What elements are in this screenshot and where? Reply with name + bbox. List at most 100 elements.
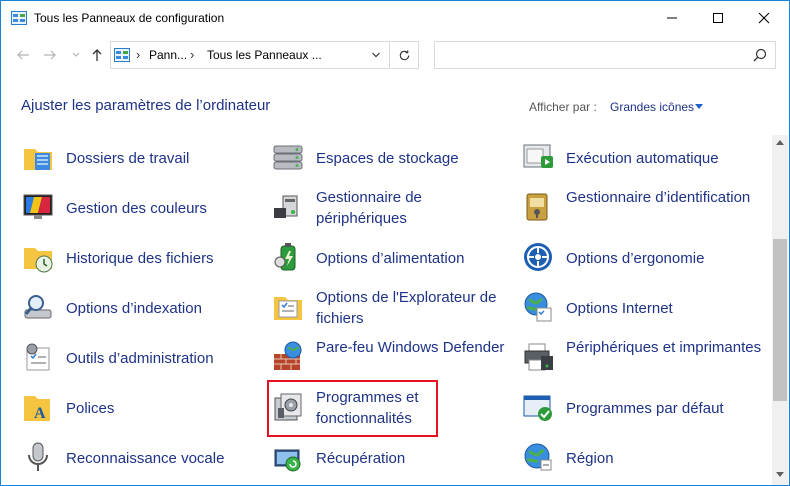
recent-locations-button[interactable] [65,43,87,67]
file-history-icon [24,248,53,273]
control-panel-icon [11,11,27,25]
address-dropdown-button[interactable] [367,47,385,63]
item-label[interactable]: Gestionnaire d’identification [566,187,766,208]
item-power-options[interactable]: Options d’alimentation [271,234,511,282]
storage-spaces-icon [273,145,303,170]
explorer-options-icon [274,297,302,320]
view-by-label: Afficher par : [529,100,597,114]
ease-of-access-icon [524,243,552,271]
address-bar[interactable]: › Pann... › Tous les Panneaux ... [110,41,390,69]
item-devices-printers[interactable]: Périphériques et imprimantes [521,334,761,382]
item-label[interactable]: Récupération [316,448,516,469]
item-label[interactable]: Historique des fichiers [66,248,266,269]
item-label[interactable]: Reconnaissance vocale [66,448,266,469]
item-internet-options[interactable]: Options Internet [521,284,761,332]
close-button[interactable] [741,1,787,35]
item-file-history[interactable]: Historique des fichiers [21,234,261,282]
title-bar[interactable]: Tous les Panneaux de configuration [1,1,789,35]
item-admin-tools[interactable]: Outils d’administration [21,334,261,382]
item-device-manager[interactable]: Gestionnaire de périphériques [271,184,511,232]
item-storage-spaces[interactable]: Espaces de stockage [271,134,511,182]
color-management-icon [23,194,53,219]
region-icon [524,443,552,471]
default-programs-icon [523,395,552,421]
item-speech-recognition[interactable]: Reconnaissance vocale [21,434,261,482]
scroll-up-icon[interactable] [776,140,784,145]
item-autoplay[interactable]: Exécution automatique [521,134,761,182]
item-explorer-options[interactable]: Options de l'Explorateur de fichiers [271,284,511,332]
breadcrumb-separator-icon[interactable]: › [190,47,194,62]
item-label[interactable]: Programmes par défaut [566,398,766,419]
item-ease-of-access[interactable]: Options d’ergonomie [521,234,761,282]
window-title: Tous les Panneaux de configuration [34,11,225,25]
maximize-button[interactable] [695,1,741,35]
scroll-down-icon[interactable] [776,472,784,477]
highlight-box [267,380,438,437]
breadcrumb-item[interactable]: Pann... [149,48,187,62]
item-label[interactable]: Outils d’administration [66,348,266,369]
item-label[interactable]: Options Internet [566,298,766,319]
recovery-icon [274,449,301,472]
item-label[interactable]: Options de l'Explorateur de fichiers [316,287,516,329]
item-label[interactable]: Périphériques et imprimantes [566,337,766,358]
internet-options-icon [524,292,552,322]
refresh-icon [399,49,410,60]
credential-manager-icon [526,193,548,221]
item-work-folders[interactable]: Dossiers de travail [21,134,261,182]
arrow-left-icon [17,50,29,60]
page-title: Ajuster les paramètres de l’ordinateur [21,97,271,114]
chevron-down-icon [72,52,80,57]
item-label[interactable]: Région [566,448,766,469]
arrow-up-icon [92,49,102,61]
item-label[interactable]: Espaces de stockage [316,148,516,169]
chevron-down-icon [372,52,380,58]
control-panel-icon [114,48,130,62]
control-panel-window: Tous les Panneaux de configuration › Pan… [0,0,790,486]
devices-printers-icon [524,343,553,371]
item-fonts[interactable]: A Polices [21,384,261,432]
item-color-management[interactable]: Gestion des couleurs [21,184,261,232]
item-label[interactable]: Polices [66,398,266,419]
admin-tools-icon [26,343,50,371]
breadcrumb-separator-icon[interactable]: › [136,47,140,62]
breadcrumb-item[interactable]: Tous les Panneaux ... [207,48,322,62]
fonts-icon: A [24,396,50,422]
search-icon [753,48,767,62]
item-label[interactable]: Pare-feu Windows Defender [316,337,516,358]
svg-text:A: A [34,405,46,422]
search-input[interactable] [434,41,776,69]
minimize-button[interactable] [649,1,695,35]
power-options-icon [274,243,296,271]
item-label[interactable]: Options d’indexation [66,298,266,319]
up-button[interactable] [86,43,108,67]
item-indexing-options[interactable]: Options d’indexation [21,284,261,332]
close-icon [758,12,770,24]
item-label[interactable]: Options d’alimentation [316,248,516,269]
speech-recognition-icon [28,442,48,471]
minimize-icon [667,17,677,19]
item-label[interactable]: Exécution automatique [566,148,766,169]
arrow-right-icon [44,50,56,60]
scrollbar-thumb[interactable] [773,239,787,401]
indexing-options-icon [24,295,52,319]
item-recovery[interactable]: Récupération [271,434,511,482]
item-label[interactable]: Options d’ergonomie [566,248,766,269]
autoplay-icon [523,144,553,168]
device-manager-icon [274,195,298,218]
item-default-programs[interactable]: Programmes par défaut [521,384,761,432]
item-region[interactable]: Région [521,434,761,482]
view-by-dropdown[interactable]: Grandes icônes [610,100,694,114]
item-label[interactable]: Dossiers de travail [66,148,266,169]
back-button[interactable] [12,43,34,67]
refresh-button[interactable] [391,41,419,69]
work-folders-icon [24,149,52,170]
item-label[interactable]: Gestionnaire de périphériques [316,187,516,229]
item-credential-manager[interactable]: Gestionnaire d’identification [521,184,761,232]
item-firewall[interactable]: Pare-feu Windows Defender [271,334,511,382]
item-label[interactable]: Gestion des couleurs [66,198,266,219]
vertical-scrollbar[interactable] [772,135,788,485]
forward-button[interactable] [39,43,61,67]
firewall-icon [274,341,302,370]
maximize-icon [713,13,723,23]
caret-down-icon[interactable] [695,104,703,109]
